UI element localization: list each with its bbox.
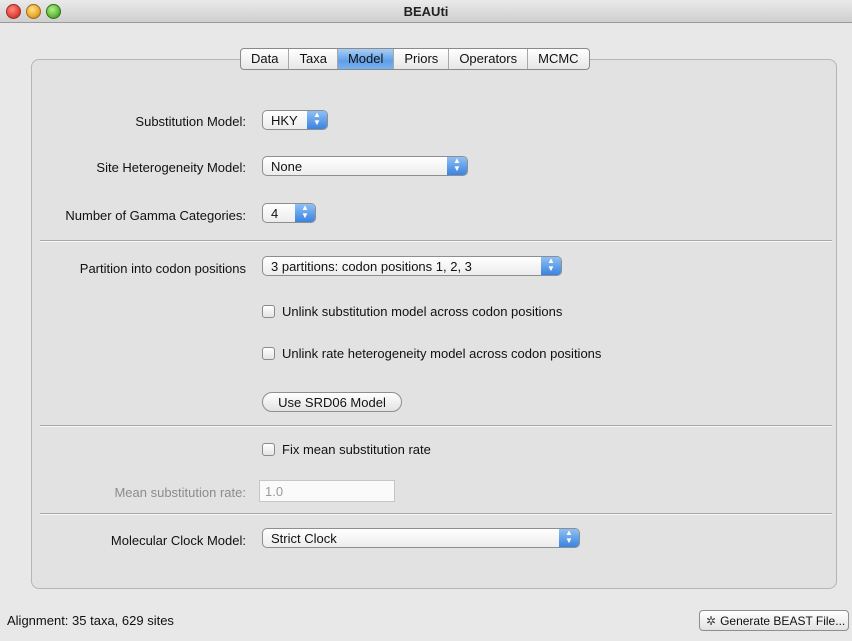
use-srd06-button[interactable]: Use SRD06 Model (262, 392, 402, 412)
beauti-window: BEAUti Data Taxa Model Priors Operators … (0, 0, 852, 641)
mean-rate-label: Mean substitution rate: (114, 485, 246, 500)
tab-taxa[interactable]: Taxa (288, 49, 336, 69)
clock-model-label: Molecular Clock Model: (110, 533, 246, 548)
tab-model[interactable]: Model (336, 49, 394, 69)
partition-select[interactable]: 3 partitions: codon positions 1, 2, 3 ▲ ▼ (262, 256, 562, 276)
model-panel (31, 59, 837, 589)
tab-operators[interactable]: Operators (448, 49, 527, 69)
site-heterogeneity-value: None (271, 159, 303, 174)
unlink-rate-het-label: Unlink rate heterogeneity model across c… (282, 346, 602, 361)
tab-bar: Data Taxa Model Priors Operators MCMC (240, 48, 590, 70)
substitution-model-select[interactable]: HKY ▲ ▼ (262, 110, 328, 130)
tab-mcmc[interactable]: MCMC (527, 49, 588, 69)
gamma-categories-label: Number of Gamma Categories: (65, 208, 246, 223)
partition-value: 3 partitions: codon positions 1, 2, 3 (271, 259, 472, 274)
popup-arrows-icon: ▲ ▼ (559, 529, 579, 547)
mean-rate-field[interactable]: 1.0 (259, 480, 395, 502)
substitution-model-value: HKY (271, 113, 298, 128)
gamma-categories-value: 4 (271, 206, 279, 221)
checkbox-box[interactable] (262, 305, 275, 318)
fix-mean-rate-label: Fix mean substitution rate (282, 442, 431, 457)
separator (40, 513, 832, 515)
generate-beast-file-button[interactable]: ✲ Generate BEAST File... (699, 610, 849, 631)
checkbox-box[interactable] (262, 347, 275, 360)
popup-arrows-icon: ▲ ▼ (541, 257, 561, 275)
clock-model-value: Strict Clock (271, 531, 337, 546)
tab-priors[interactable]: Priors (393, 49, 448, 69)
popup-arrows-icon: ▲ ▼ (447, 157, 467, 175)
unlink-substitution-checkbox[interactable]: Unlink substitution model across codon p… (262, 304, 562, 319)
window-title: BEAUti (403, 4, 449, 19)
unlink-rate-het-checkbox[interactable]: Unlink rate heterogeneity model across c… (262, 346, 601, 361)
tab-data[interactable]: Data (241, 49, 288, 69)
alignment-status: Alignment: 35 taxa, 629 sites (7, 613, 174, 628)
popup-arrows-icon: ▲ ▼ (307, 111, 327, 129)
separator (40, 425, 832, 427)
site-heterogeneity-select[interactable]: None ▲ ▼ (262, 156, 468, 176)
title-bar: BEAUti (0, 0, 852, 23)
popup-arrows-icon: ▲ ▼ (295, 204, 315, 222)
separator (40, 240, 832, 242)
clock-model-select[interactable]: Strict Clock ▲ ▼ (262, 528, 580, 548)
gamma-categories-select[interactable]: 4 ▲ ▼ (262, 203, 316, 223)
generate-beast-file-label: Generate BEAST File... (720, 613, 846, 628)
fix-mean-rate-checkbox[interactable]: Fix mean substitution rate (262, 442, 431, 457)
partition-label: Partition into codon positions (79, 261, 246, 276)
substitution-model-label: Substitution Model: (135, 114, 246, 129)
gear-icon: ✲ (706, 613, 717, 628)
site-heterogeneity-label: Site Heterogeneity Model: (96, 160, 246, 175)
unlink-substitution-label: Unlink substitution model across codon p… (282, 304, 563, 319)
checkbox-box[interactable] (262, 443, 275, 456)
